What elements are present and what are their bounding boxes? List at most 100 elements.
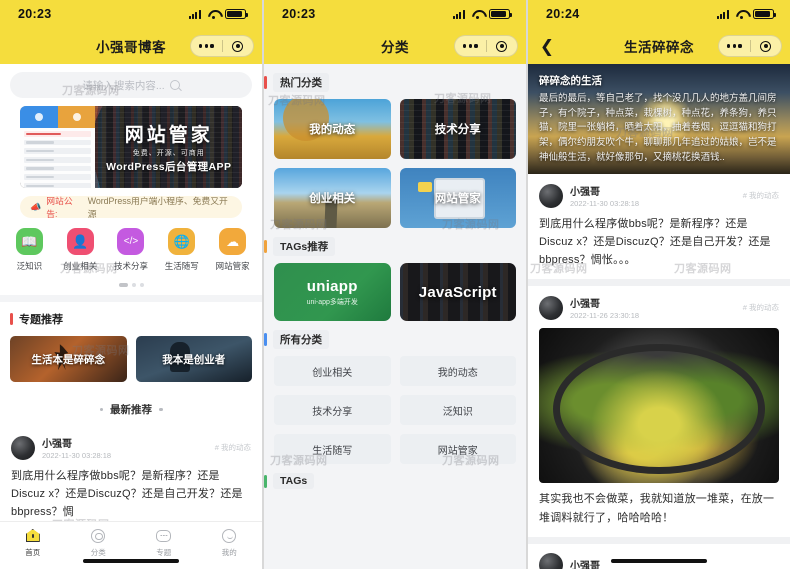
notice-bar[interactable]: 📣 网站公告: WordPress用户端小程序、免费又开源 xyxy=(20,196,242,219)
search-input[interactable]: 请输入搜索内容... xyxy=(10,72,252,98)
more-menu-icon[interactable] xyxy=(719,44,750,48)
quicknav-item-3[interactable]: 🌐 生活随写 xyxy=(156,228,207,272)
quicknav-item-0[interactable]: 📖 泛知识 xyxy=(4,228,55,272)
tag-card-title: JavaScript xyxy=(418,283,497,301)
post-divider xyxy=(528,279,790,287)
section-header: 专题推荐 xyxy=(10,311,252,327)
avatar xyxy=(539,183,563,208)
tag-card-row: uniapp uni-app多端开发 JavaScript xyxy=(264,263,526,321)
banner-code-art: 网站管家 免费、开源、可商用 WordPress后台管理APP xyxy=(95,106,242,188)
post-author: 小强哥 xyxy=(42,439,72,450)
more-menu-icon[interactable] xyxy=(191,44,222,48)
feed-post[interactable]: 小强哥 xyxy=(528,543,790,569)
topic-recommend-section: 专题推荐 生活本是碎碎念 我本是创业者 xyxy=(0,302,262,392)
section-accent-bar xyxy=(264,76,267,89)
post-tag[interactable]: # 我的动态 xyxy=(743,190,779,201)
latest-divider: 最新推荐 xyxy=(0,392,262,426)
battery-icon xyxy=(753,8,777,20)
section-title: TAGs xyxy=(273,473,315,489)
category-card[interactable]: 创业相关 xyxy=(274,168,391,228)
post-tag[interactable]: # 我的动态 xyxy=(743,302,779,313)
feed-post[interactable]: 小强哥 2022-11-30 03:28:18 # 我的动态 到底用什么程序做b… xyxy=(0,426,262,532)
section-header-tags-recommend: TAGs推荐 xyxy=(264,228,526,263)
post-date: 2022-11-30 03:28:18 xyxy=(570,199,640,208)
close-target-icon[interactable] xyxy=(751,40,782,52)
section-title: 所有分类 xyxy=(273,330,329,349)
category-chip[interactable]: 生活随写 xyxy=(274,434,391,464)
battery-icon xyxy=(489,8,513,20)
category-chip[interactable]: 技术分享 xyxy=(274,395,391,425)
status-indicators xyxy=(453,8,513,20)
feed-post[interactable]: 小强哥 2022-11-30 03:28:18 # 我的动态 到底用什么程序做b… xyxy=(528,174,790,280)
topic-card[interactable]: 生活本是碎碎念 xyxy=(10,336,127,382)
tab-label: 我的 xyxy=(221,548,237,557)
search-placeholder: 请输入搜索内容... xyxy=(82,79,165,92)
status-indicators xyxy=(717,8,777,20)
category-chip[interactable]: 我的动态 xyxy=(399,356,516,386)
status-bar: 20:23 xyxy=(0,0,262,28)
quicknav-item-2[interactable]: </> 技术分享 xyxy=(106,228,157,272)
hot-category-row-2: 创业相关 网站管家 xyxy=(264,168,526,228)
nav-bar: 小强哥博客 xyxy=(0,28,262,64)
miniprogram-capsule[interactable] xyxy=(190,35,254,57)
notice-text: WordPress用户端小程序、免费又开源 xyxy=(87,196,228,219)
battery-icon xyxy=(225,8,249,20)
post-header: 小强哥 2022-11-30 03:28:18 # 我的动态 xyxy=(11,435,251,460)
post-text: 到底用什么程序做bbs呢？是新程序？还是Discuz x？还是DiscuzQ？还… xyxy=(11,470,243,519)
tab-profile[interactable]: 我的 xyxy=(197,527,263,558)
more-menu-icon[interactable] xyxy=(455,44,486,48)
tab-topic[interactable]: 专题 xyxy=(131,527,197,558)
status-indicators xyxy=(189,8,249,20)
category-card[interactable]: 网站管家 xyxy=(399,168,516,228)
topic-card-label: 我本是创业者 xyxy=(162,353,226,366)
category-card[interactable]: 技术分享 xyxy=(399,99,516,159)
tag-card-uniapp[interactable]: uniapp uni-app多端开发 xyxy=(274,263,391,321)
phone-screen-home: 20:23 小强哥博客 刀客源码网 刀客源码网 刀客源码网 刀客源码网 请输入 xyxy=(0,0,262,569)
tag-card-javascript[interactable]: JavaScript xyxy=(399,263,516,321)
category-chip[interactable]: 网站管家 xyxy=(399,434,516,464)
home-header-block: 请输入搜索内容... 网站管家 免费、开源、可商用 WordPress后台管理A… xyxy=(0,64,262,219)
cloud-icon: ☁ xyxy=(219,228,247,255)
nav-bar: ❮ 生活碎碎念 xyxy=(528,28,790,64)
home-indicator xyxy=(611,559,707,563)
quicknav-item-1[interactable]: 👤 创业相关 xyxy=(55,228,106,272)
quicknav-label: 生活随写 xyxy=(164,261,199,271)
miniprogram-capsule[interactable] xyxy=(454,35,518,57)
back-arrow-icon[interactable]: ❮ xyxy=(536,35,558,57)
tag-card-subtitle: uni-app多端开发 xyxy=(306,298,358,306)
avatar xyxy=(539,295,563,320)
category-card[interactable]: 我的动态 xyxy=(274,99,391,159)
category-chip[interactable]: 创业相关 xyxy=(274,356,391,386)
topic-card-label: 生活本是碎碎念 xyxy=(31,353,106,366)
status-bar: 20:23 xyxy=(264,0,526,28)
wifi-icon xyxy=(471,9,484,19)
miniprogram-capsule[interactable] xyxy=(718,35,782,57)
section-header-tags: TAGs xyxy=(264,464,526,496)
quicknav-label: 创业相关 xyxy=(63,261,98,271)
signal-icon xyxy=(717,9,730,19)
close-target-icon[interactable] xyxy=(223,40,254,52)
post-author: 小强哥 xyxy=(570,299,600,311)
carousel-indicator[interactable] xyxy=(0,276,262,295)
tab-category[interactable]: 分类 xyxy=(66,527,132,558)
post-text: 到底用什么程序做bbs呢？是新程序？还是Discuz x？还是DiscuzQ？还… xyxy=(539,218,771,267)
post-tag[interactable]: # 我的动态 xyxy=(215,442,251,453)
feed-post[interactable]: 小强哥 2022-11-26 23:30:18 # 我的动态 其实我也不会做菜，… xyxy=(528,286,790,537)
category-card-label: 创业相关 xyxy=(309,193,356,205)
section-title: TAGs推荐 xyxy=(273,237,336,256)
quicknav-item-4[interactable]: ☁ 网站管家 xyxy=(207,228,258,272)
signal-icon xyxy=(189,9,202,19)
wifi-icon xyxy=(207,9,220,19)
post-date: 2022-11-26 23:30:18 xyxy=(570,311,640,321)
post-header: 小强哥 2022-11-30 03:28:18 # 我的动态 xyxy=(539,183,779,208)
avatar xyxy=(11,435,35,460)
category-card-label: 技术分享 xyxy=(434,124,481,136)
home-banner[interactable]: 网站管家 免费、开源、可商用 WordPress后台管理APP xyxy=(20,106,242,188)
category-chip[interactable]: 泛知识 xyxy=(399,395,516,425)
tab-label: 专题 xyxy=(156,548,172,557)
status-bar: 20:24 xyxy=(528,0,790,28)
tab-home[interactable]: 首页 xyxy=(0,527,66,558)
close-target-icon[interactable] xyxy=(487,40,518,52)
post-image[interactable] xyxy=(539,328,779,484)
topic-card[interactable]: 我本是创业者 xyxy=(135,336,252,382)
